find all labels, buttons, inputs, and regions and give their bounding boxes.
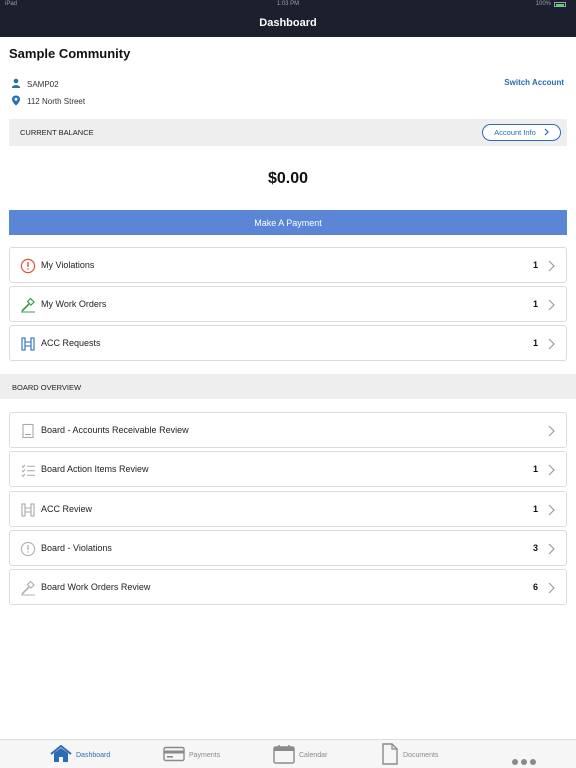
chevron-right-icon [546, 542, 556, 556]
battery-percent: 100% [535, 1, 551, 7]
fence-icon [20, 502, 36, 518]
board-ar-review-card[interactable]: Board - Accounts Receivable Review [9, 412, 567, 448]
card-label: My Work Orders [41, 299, 107, 309]
tab-calendar[interactable]: Calendar [273, 744, 327, 766]
chevron-right-icon [544, 128, 549, 138]
chevron-right-icon [546, 337, 556, 351]
bottom-tab-bar: Dashboard Payments Calendar Documents [0, 739, 576, 768]
chevron-right-icon [546, 298, 556, 312]
tab-label: Payments [189, 751, 221, 759]
my-violations-card[interactable]: My Violations 1 [9, 247, 567, 283]
status-time: 1:03 PM [276, 1, 300, 7]
battery-icon [554, 1, 566, 7]
card-count: 1 [532, 260, 538, 270]
chevron-right-icon [546, 424, 556, 438]
address: 112 North Street [27, 97, 86, 106]
calendar-icon [273, 744, 295, 766]
hammer-icon [20, 580, 36, 596]
page-title: Dashboard [259, 17, 317, 29]
document-icon [381, 743, 399, 767]
card-label: Board - Violations [41, 543, 112, 553]
tab-dashboard[interactable]: Dashboard [50, 744, 110, 766]
acc-review-card[interactable]: ACC Review 1 [9, 491, 567, 527]
battery-indicator: 100% [536, 1, 566, 7]
tab-label: Documents [403, 751, 439, 759]
location-pin-icon [11, 95, 21, 108]
card-label: Board Action Items Review [41, 464, 149, 474]
card-count: 1 [532, 464, 538, 474]
account-info-label: Account Info [494, 128, 536, 137]
account-id-row: SAMP02 [11, 78, 59, 90]
card-label: My Violations [41, 260, 95, 270]
person-icon [11, 78, 21, 90]
alert-circle-icon [20, 541, 36, 557]
checklist-icon [20, 462, 36, 478]
board-overview-header: BOARD OVERVIEW [0, 374, 576, 399]
board-action-items-card[interactable]: Board Action Items Review 1 [9, 451, 567, 487]
chevron-right-icon [546, 259, 556, 273]
card-count: 1 [532, 504, 538, 514]
chevron-right-icon [546, 581, 556, 595]
balance-label: CURRENT BALANCE [20, 128, 94, 137]
tab-payments[interactable]: Payments [163, 744, 220, 766]
card-label: Board Work Orders Review [41, 582, 151, 592]
home-icon [50, 744, 72, 765]
account-info-button[interactable]: Account Info [482, 124, 561, 141]
ledger-icon [20, 423, 36, 439]
account-id: SAMP02 [27, 79, 59, 89]
fence-icon [20, 336, 36, 352]
board-work-orders-card[interactable]: Board Work Orders Review 6 [9, 569, 567, 605]
tab-label: Dashboard [76, 751, 111, 759]
card-count: 1 [532, 299, 538, 309]
chevron-right-icon [546, 503, 556, 517]
section-title: BOARD OVERVIEW [12, 383, 82, 392]
status-bar: iPad 1:03 PM 100% [0, 1, 576, 11]
chevron-right-icon [546, 463, 556, 477]
make-payment-label: Make A Payment [254, 217, 322, 228]
switch-account-link[interactable]: Switch Account [504, 78, 564, 87]
card-count: 6 [532, 582, 538, 592]
my-work-orders-card[interactable]: My Work Orders 1 [9, 286, 567, 322]
credit-card-icon [163, 746, 185, 764]
address-row: 112 North Street [11, 95, 85, 108]
card-count: 1 [532, 338, 538, 348]
card-label: ACC Requests [41, 338, 101, 348]
make-payment-button[interactable]: Make A Payment [9, 210, 567, 235]
tab-documents[interactable]: Documents [381, 743, 439, 767]
community-name: Sample Community [9, 46, 131, 61]
card-count: 3 [532, 543, 538, 553]
more-menu-icon[interactable] [512, 759, 536, 765]
balance-amount: $0.00 [267, 170, 309, 187]
alert-circle-icon [20, 258, 36, 274]
card-label: Board - Accounts Receivable Review [41, 425, 189, 435]
board-violations-card[interactable]: Board - Violations 3 [9, 530, 567, 566]
hammer-icon [20, 297, 36, 313]
top-navigation-bar: iPad 1:03 PM 100% Dashboard [0, 0, 576, 37]
card-label: ACC Review [41, 504, 93, 514]
tab-label: Calendar [299, 751, 328, 759]
balance-header: CURRENT BALANCE Account Info [9, 119, 567, 146]
acc-requests-card[interactable]: ACC Requests 1 [9, 325, 567, 361]
